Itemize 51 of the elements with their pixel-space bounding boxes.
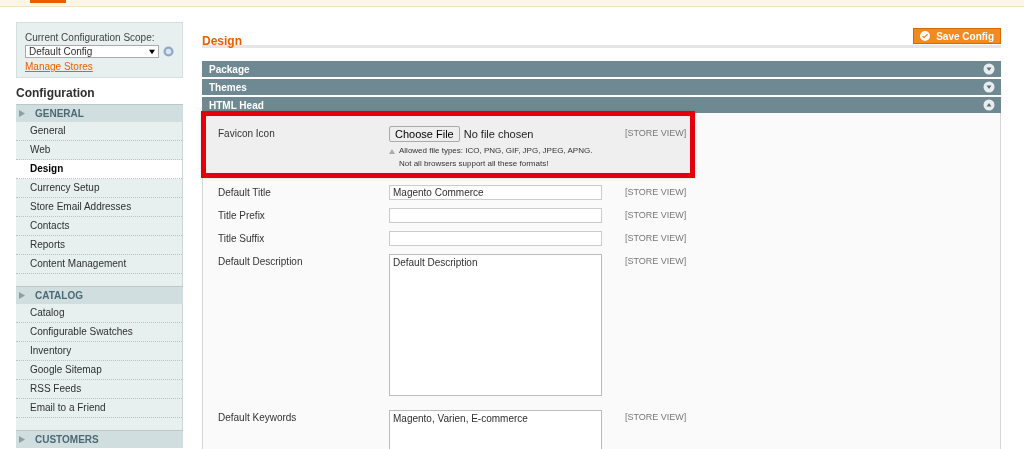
sidebar-item[interactable]: General [16,122,182,141]
input-field[interactable] [389,231,602,246]
triangle-icon [389,149,395,154]
caret-icon [149,48,155,55]
check-icon [920,31,931,41]
input-field[interactable] [389,208,602,223]
sidebar-item[interactable]: Configurable Swatches [16,323,182,342]
text-area[interactable]: Default Description [389,254,602,396]
sidebar-item[interactable]: RSS Feeds [16,380,182,399]
text-area[interactable]: Magento, Varien, E-commerce [389,410,602,449]
field-label: Title Suffix [218,232,266,246]
arrow-icon [19,436,25,443]
sidebar-item[interactable]: Inventory [16,342,182,361]
group-header[interactable]: CATALOG [16,286,183,304]
header-tab[interactable] [30,0,66,3]
scope-label: [STORE VIEW] [625,209,688,222]
input-field[interactable]: Magento Commerce [389,185,602,200]
page-title: Design [202,34,242,48]
sidebar-item[interactable]: Content Management [16,255,182,274]
sidebar-item[interactable]: Currency Setup [16,179,182,198]
hint-text: Not all browsers support all these formats! [399,159,549,168]
arrow-icon [19,110,25,117]
scope-dropdown[interactable]: Default Config [25,45,159,58]
sidebar-item[interactable]: Email to a Friend [16,399,182,418]
scope-label: [STORE VIEW] [625,411,688,424]
choose-file-button[interactable]: Choose File [389,126,460,142]
field-label: Favicon Icon [218,127,276,141]
field-label: Default Title [218,186,272,200]
sidebar-item[interactable]: Contacts [16,217,182,236]
sidebar-item[interactable]: Design [16,160,182,179]
file-status: No file chosen [463,128,534,140]
group-header[interactable]: CUSTOMERS [16,430,183,448]
sidebar-item[interactable]: Catalog [16,304,182,323]
section-header[interactable]: Themes [202,79,1001,97]
scope-label: Current Configuration Scope: [25,32,156,43]
field-label: Default Keywords [218,411,298,425]
hint-text: Allowed file types: ICO, PNG, GIF, JPG, JPEG, APNG. [399,146,593,155]
sidebar-item[interactable]: Google Sitemap [16,361,182,380]
section-header[interactable]: Package [202,61,1001,79]
scope-label: [STORE VIEW] [625,232,688,245]
field-label: Title Prefix [218,209,266,223]
help-icon [163,46,174,57]
section-header[interactable]: HTML Head [202,97,1001,113]
sidebar-item[interactable]: Reports [16,236,182,255]
sidebar-item[interactable]: Store Email Addresses [16,198,182,217]
field-label: Default Description [218,255,304,269]
arrow-icon [19,292,25,299]
scope-label: [STORE VIEW] [625,186,688,199]
scope-label: [STORE VIEW] [625,255,688,268]
group-header[interactable]: GENERAL [16,104,183,122]
scope-label: [STORE VIEW] [625,127,688,140]
